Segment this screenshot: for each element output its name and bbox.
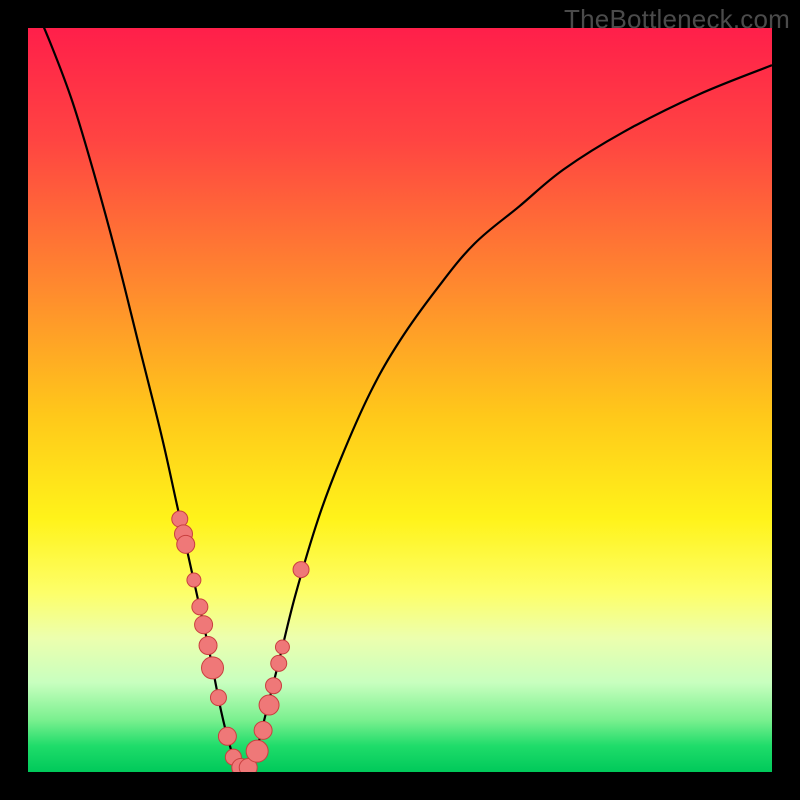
plot-area [28,28,772,772]
data-point [293,562,309,578]
data-point [210,690,226,706]
data-point [218,727,236,745]
data-point [275,640,289,654]
data-point [246,740,268,762]
data-point [199,637,217,655]
outer-frame: TheBottleneck.com [0,0,800,800]
data-point [187,573,201,587]
gradient-background [28,28,772,772]
data-point [266,678,282,694]
data-point [177,535,195,553]
data-point [202,657,224,679]
data-point [259,695,279,715]
chart-svg [28,28,772,772]
data-point [195,616,213,634]
data-point [254,721,272,739]
data-point [271,655,287,671]
data-point [192,599,208,615]
watermark-text: TheBottleneck.com [564,4,790,35]
